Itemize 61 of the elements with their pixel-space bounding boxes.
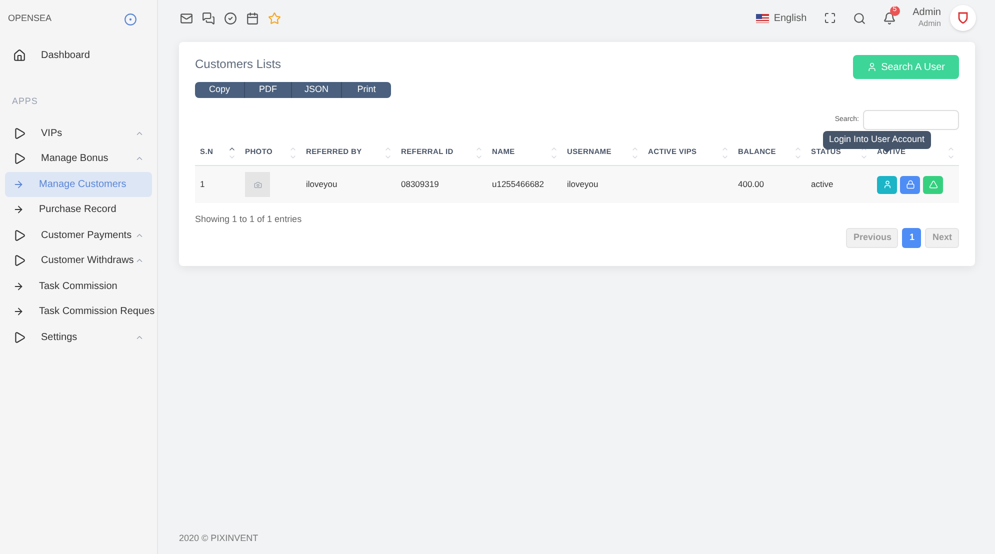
user-icon [867, 62, 878, 72]
arrow-icon [13, 306, 24, 317]
camera-icon [254, 180, 262, 188]
table-cell: 08309319 [401, 179, 439, 190]
check-circle-icon[interactable] [224, 12, 237, 24]
triangle-icon [13, 126, 26, 140]
user-role: Admin [918, 18, 941, 29]
action-button[interactable] [923, 176, 943, 194]
bell-icon[interactable] [882, 12, 896, 24]
copyright-text: 2020 © PIXINVENT [179, 533, 258, 543]
avatar[interactable] [950, 5, 976, 31]
arrow-icon [13, 178, 24, 190]
export-button[interactable]: Copy [195, 82, 244, 98]
sidebar-item[interactable]: Customer Payments [5, 222, 152, 248]
home-icon [13, 48, 26, 62]
brand-name: OPENSEA [8, 12, 52, 26]
sidebar-item[interactable]: Settings [5, 324, 152, 350]
chat-icon[interactable] [202, 12, 215, 24]
shield-icon [957, 12, 969, 24]
arrow-icon [13, 204, 24, 215]
triangle-icon [928, 180, 938, 189]
sidebar-item[interactable]: Purchase Record [5, 197, 152, 222]
language-selector[interactable]: English [774, 10, 807, 26]
triangle-icon [13, 254, 26, 267]
fullscreen-icon[interactable] [824, 12, 836, 24]
table-cell: iloveyou [306, 179, 338, 190]
entries-info: Showing 1 to 1 of 1 entries [195, 213, 303, 226]
card-title: Customers Lists [195, 56, 282, 73]
sidebar-item[interactable]: Dashboard [5, 42, 152, 68]
sidebar-item[interactable]: Task Commission [5, 274, 152, 298]
action-button[interactable] [900, 176, 920, 194]
star-icon[interactable] [268, 12, 281, 24]
sidebar-item[interactable]: Customer Withdraws [5, 248, 152, 273]
calendar-icon[interactable] [246, 12, 259, 24]
export-button[interactable]: PDF [244, 82, 291, 98]
chevron-icon [135, 154, 144, 163]
table-cell: 1 [200, 179, 205, 190]
export-button[interactable]: Print [341, 82, 391, 98]
search-icon[interactable] [852, 12, 866, 24]
chevron-icon [135, 256, 144, 265]
triangle-icon [13, 228, 26, 242]
arrow-icon [13, 280, 24, 292]
table-cell: u1255466682 [492, 179, 544, 190]
flag-icon [756, 14, 769, 22]
triangle-icon [13, 152, 26, 165]
export-button[interactable]: JSON [291, 82, 341, 98]
lock-icon [906, 180, 914, 189]
user-name: Admin [912, 7, 941, 18]
table-cell: iloveyou [567, 179, 598, 190]
mail-icon[interactable] [180, 12, 193, 24]
sidebar-item[interactable]: Manage Bonus [5, 146, 152, 171]
radio-icon[interactable] [124, 12, 137, 26]
sidebar-item[interactable]: VIPs [5, 120, 152, 146]
sidebar-item[interactable]: Task Commission Reques [5, 299, 152, 324]
action-button[interactable] [877, 176, 897, 194]
section-label: APPS [12, 96, 38, 106]
table-cell: active [811, 179, 834, 190]
search-field[interactable] [863, 110, 959, 130]
table-cell: 400.00 [738, 179, 764, 190]
user-icon [882, 180, 892, 189]
triangle-icon [13, 330, 26, 344]
